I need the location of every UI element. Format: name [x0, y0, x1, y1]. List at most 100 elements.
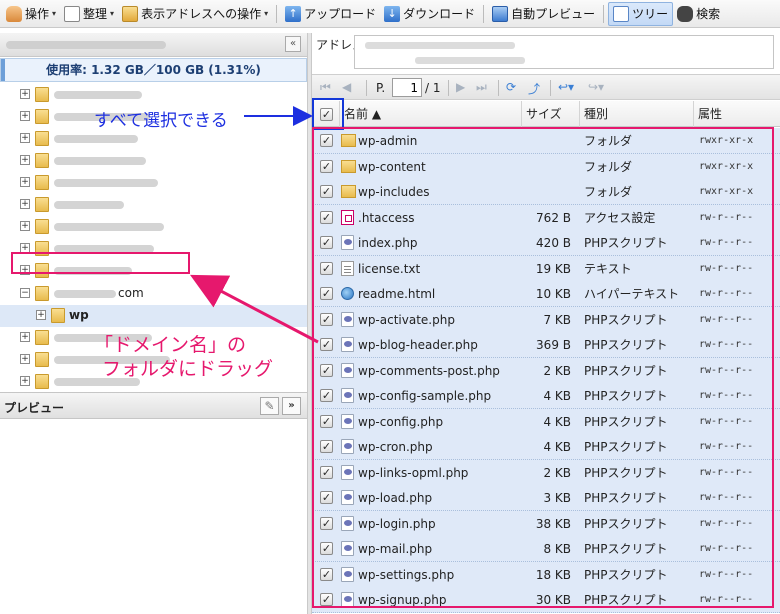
toolbar-divider	[483, 4, 485, 23]
auto-preview-button[interactable]: 自動プレビュー	[488, 2, 599, 26]
page-total: / 1	[425, 81, 441, 95]
address-redacted	[365, 42, 515, 49]
files-highlight	[312, 127, 774, 608]
pencil-icon[interactable]: ✎	[260, 397, 279, 415]
page-number-input[interactable]	[392, 78, 422, 97]
address-field[interactable]	[354, 35, 774, 69]
folder-icon	[35, 374, 49, 389]
organize-menu-label: 整理	[83, 7, 108, 21]
chevron-down-icon: ▾	[52, 9, 57, 18]
download-label: ダウンロード	[403, 7, 476, 21]
pager-divider	[448, 80, 449, 96]
folder-icon	[35, 87, 49, 102]
binoculars-icon	[677, 5, 694, 22]
folder-icon	[35, 131, 49, 146]
search-button[interactable]: 検索	[673, 2, 724, 26]
folder-icon	[35, 219, 49, 234]
tree-item-domain[interactable]: − com	[0, 283, 307, 305]
tree-item[interactable]: +	[0, 172, 307, 194]
last-page-icon[interactable]: ⏭	[476, 80, 487, 95]
expand-icon[interactable]: +	[20, 155, 30, 165]
document-icon	[64, 5, 81, 22]
expand-icon[interactable]: +	[20, 354, 30, 364]
tree-icon	[613, 5, 630, 22]
back-icon[interactable]: ↩▾	[558, 80, 574, 94]
folder-icon	[51, 308, 65, 323]
account-bar: «	[0, 33, 307, 57]
hand-icon	[6, 5, 22, 22]
monitor-icon	[492, 5, 509, 22]
tree-toggle-button[interactable]: ツリー	[608, 1, 674, 26]
column-type-header[interactable]: 種別	[580, 101, 694, 127]
domain-redacted	[54, 135, 138, 143]
expand-icon[interactable]: +	[20, 221, 30, 231]
file-list-header: ✓ 名前 ▲ サイズ 種別 属性	[312, 101, 780, 127]
folder-icon	[35, 197, 49, 212]
drag-annotation-line1: 「ドメイン名」の	[94, 334, 247, 356]
folder-icon	[35, 153, 49, 168]
account-name-redacted	[6, 41, 166, 49]
pager-divider	[550, 80, 551, 96]
domain-redacted	[54, 201, 124, 209]
expand-preview-button[interactable]: »	[282, 397, 301, 415]
page-prefix: P.	[376, 81, 386, 95]
pager-divider	[498, 80, 499, 96]
download-icon: ↓	[384, 5, 401, 22]
tree-item[interactable]: +	[0, 128, 307, 150]
expand-icon[interactable]: +	[20, 111, 30, 121]
column-size-header[interactable]: サイズ	[522, 101, 580, 127]
tree-label: ツリー	[632, 7, 669, 21]
expand-icon[interactable]: +	[20, 133, 30, 143]
folder-icon	[35, 330, 49, 345]
download-button[interactable]: ↓ ダウンロード	[380, 2, 479, 26]
expand-icon[interactable]: +	[20, 199, 30, 209]
domain-redacted	[54, 91, 142, 99]
domain-redacted	[54, 157, 146, 165]
folder-icon	[35, 175, 49, 190]
domain-redacted	[54, 223, 164, 231]
domain-suffix: com	[118, 286, 144, 300]
domain-folder-highlight	[11, 252, 190, 274]
first-page-icon[interactable]: ⏮	[320, 80, 331, 95]
wp-folder-label: wp	[69, 308, 89, 322]
tree-item-wp[interactable]: + wp	[0, 305, 307, 327]
forward-icon[interactable]: ↪▾	[588, 80, 604, 94]
refresh-icon[interactable]: ⟳	[506, 80, 516, 94]
expand-icon[interactable]: +	[20, 177, 30, 187]
operation-menu-label: 操作	[25, 7, 50, 21]
up-folder-icon[interactable]: ⤴	[528, 80, 540, 97]
toolbar-divider	[603, 4, 605, 23]
address-operation-label: 表示アドレスへの操作	[141, 7, 262, 21]
select-all-annotation: すべて選択できる	[94, 111, 228, 131]
select-all-highlight	[312, 98, 344, 130]
tree-item[interactable]: +	[0, 216, 307, 238]
pagination-bar: ⏮ ◀ P. / 1 ▶ ⏭ ⟳ ⤴ ↩▾ ↪▾	[312, 74, 780, 100]
operation-menu[interactable]: 操作 ▾	[2, 2, 60, 26]
collapse-pane-button[interactable]: «	[285, 36, 301, 52]
tree-item[interactable]: +	[0, 194, 307, 216]
next-page-icon[interactable]: ▶	[456, 80, 465, 94]
folder-icon	[35, 109, 49, 124]
expand-icon[interactable]: +	[20, 332, 30, 342]
column-name-header[interactable]: 名前 ▲	[340, 101, 522, 127]
preview-bar: プレビュー ✎ »	[0, 392, 307, 419]
column-attr-header[interactable]: 属性	[694, 101, 780, 127]
search-label: 検索	[696, 7, 721, 21]
expand-icon[interactable]: +	[20, 89, 30, 99]
chevron-down-icon: ▾	[264, 9, 269, 18]
tree-item[interactable]: +	[0, 84, 307, 106]
address-icon	[122, 5, 139, 22]
collapse-icon[interactable]: −	[20, 288, 30, 298]
expand-icon[interactable]: +	[20, 376, 30, 386]
domain-redacted	[54, 290, 116, 298]
toolbar-divider	[276, 4, 278, 23]
upload-label: アップロード	[304, 7, 377, 21]
preview-title: プレビュー	[4, 401, 65, 415]
address-operation-menu[interactable]: 表示アドレスへの操作 ▾	[118, 2, 272, 26]
domain-redacted	[54, 179, 158, 187]
organize-menu[interactable]: 整理 ▾	[60, 2, 118, 26]
expand-icon[interactable]: +	[36, 310, 46, 320]
prev-page-icon[interactable]: ◀	[342, 80, 351, 94]
upload-button[interactable]: ↑ アップロード	[281, 2, 380, 26]
tree-item[interactable]: +	[0, 150, 307, 172]
